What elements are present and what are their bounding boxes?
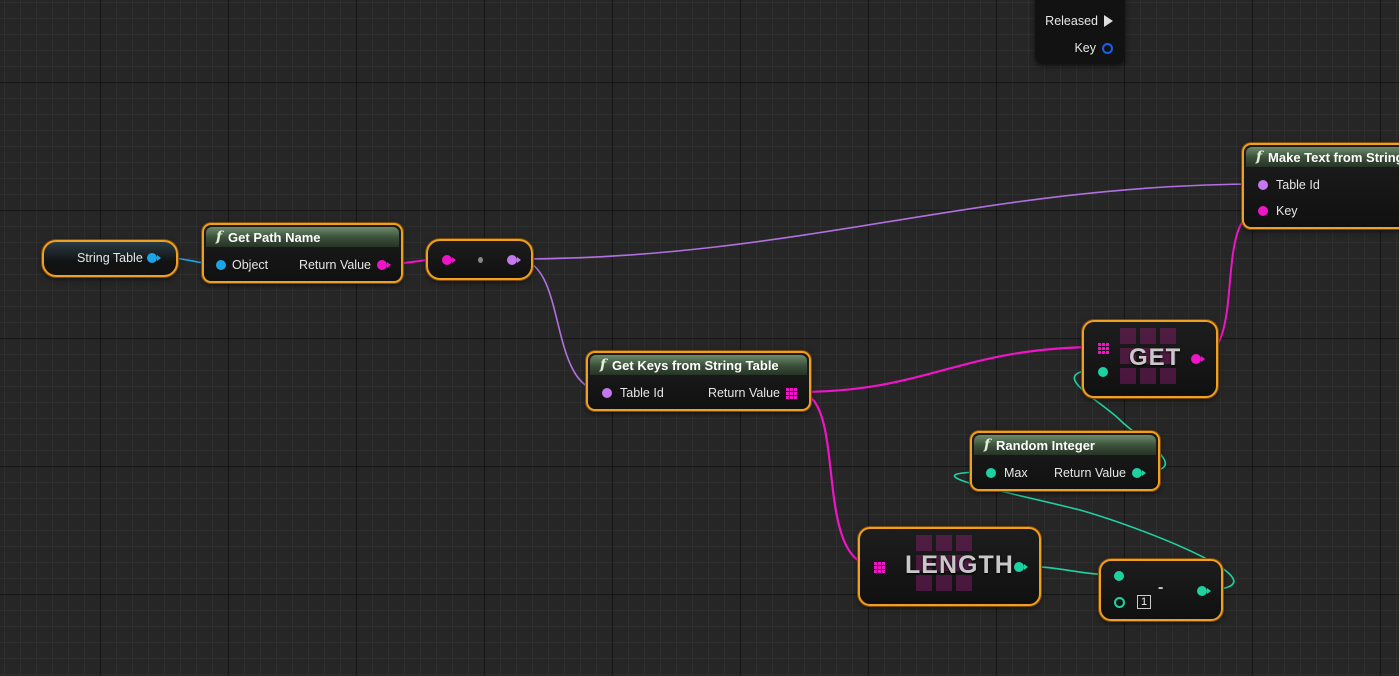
- get-keys-header: f Get Keys from String Table: [590, 355, 807, 375]
- function-icon: f: [600, 357, 607, 373]
- array-length-node[interactable]: LENGTH: [858, 527, 1041, 606]
- max-input-pin-icon[interactable]: [986, 468, 996, 478]
- random-integer-header: f Random Integer: [974, 435, 1156, 455]
- get-keys-from-string-table-node[interactable]: f Get Keys from String Table Table Id Re…: [586, 351, 811, 411]
- make-text-from-string-table-node[interactable]: f Make Text from String Table Table Id K…: [1242, 143, 1399, 229]
- get-path-name-node[interactable]: f Get Path Name Object Return Value: [202, 223, 403, 283]
- string-table-label: String Table: [77, 251, 143, 265]
- table-id-input-pin-icon[interactable]: [602, 388, 612, 398]
- function-icon: f: [984, 437, 991, 453]
- string-input-pin-icon[interactable]: [442, 255, 456, 265]
- key-struct-pin-icon[interactable]: [1102, 42, 1113, 54]
- max-label: Max: [1004, 466, 1028, 480]
- get-path-name-header: f Get Path Name: [206, 227, 399, 247]
- wire-keys-to-get-array: [796, 345, 1102, 394]
- string-table-variable-node[interactable]: String Table: [42, 240, 178, 277]
- subtract-operator: -: [1158, 579, 1164, 596]
- subtract-node[interactable]: 1 -: [1099, 559, 1223, 621]
- make-text-header: f Make Text from String Table: [1246, 147, 1399, 167]
- input-action-node[interactable]: Released Key: [1035, 0, 1125, 64]
- object-label: Object: [232, 258, 269, 272]
- random-integer-title: Random Integer: [996, 437, 1095, 453]
- result-output-pin-icon[interactable]: [1197, 586, 1211, 596]
- b-literal-value[interactable]: 1: [1137, 595, 1151, 609]
- return-value-label: Return Value: [1053, 466, 1126, 480]
- table-id-label: Table Id: [620, 386, 664, 400]
- table-id-label: Table Id: [1276, 178, 1320, 192]
- exec-pin-icon[interactable]: [1104, 15, 1113, 27]
- b-input-pin-icon[interactable]: [1114, 597, 1125, 608]
- key-pin-row[interactable]: Key: [1074, 41, 1113, 55]
- get-path-name-title: Get Path Name: [228, 229, 321, 245]
- function-icon: f: [216, 229, 223, 245]
- string-to-name-conversion-node[interactable]: [426, 239, 533, 280]
- length-label: LENGTH: [905, 551, 1014, 579]
- string-output-pin-icon[interactable]: [377, 260, 391, 270]
- get-label: GET: [1129, 344, 1182, 371]
- key-label: Key: [1276, 204, 1298, 218]
- item-output-pin-icon[interactable]: [1191, 354, 1205, 364]
- length-output-pin-icon[interactable]: [1014, 562, 1028, 572]
- object-output-pin-icon[interactable]: [146, 253, 161, 263]
- key-label: Key: [1074, 41, 1096, 55]
- a-input-pin-icon[interactable]: [1114, 571, 1124, 581]
- name-output-pin-icon[interactable]: [507, 255, 521, 265]
- random-integer-node[interactable]: f Random Integer Max Return Value: [970, 431, 1160, 491]
- array-get-node[interactable]: GET: [1082, 320, 1218, 398]
- index-input-pin-icon[interactable]: [1098, 367, 1108, 377]
- table-id-input-pin-icon[interactable]: [1258, 180, 1268, 190]
- wire-convert-to-make-text-table-id: [515, 183, 1263, 260]
- released-pin-row[interactable]: Released: [1045, 14, 1113, 28]
- array-input-pin-icon[interactable]: [874, 562, 885, 573]
- function-icon: f: [1256, 149, 1263, 165]
- object-input-pin-icon[interactable]: [216, 260, 226, 270]
- array-input-pin-icon[interactable]: [1098, 343, 1109, 354]
- return-value-label: Return Value: [298, 258, 371, 272]
- key-input-pin-icon[interactable]: [1258, 206, 1268, 216]
- return-value-label: Return Value: [707, 386, 780, 400]
- array-output-pin-icon[interactable]: [786, 387, 797, 399]
- integer-output-pin-icon[interactable]: [1132, 468, 1146, 478]
- released-label: Released: [1045, 14, 1098, 28]
- conversion-dot-icon: [478, 257, 483, 263]
- make-text-title: Make Text from String Table: [1268, 149, 1399, 165]
- get-keys-title: Get Keys from String Table: [612, 357, 779, 373]
